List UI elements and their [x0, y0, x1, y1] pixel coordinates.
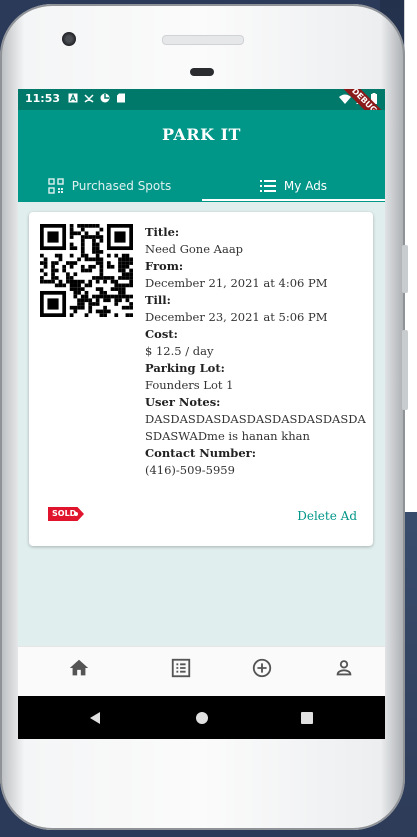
tab-my-ads[interactable]: My Ads	[202, 169, 385, 202]
status-time: 11:53	[25, 92, 61, 105]
list-icon	[259, 179, 276, 192]
person-icon[interactable]	[333, 657, 355, 679]
tab-purchased-spots-label: Purchased Spots	[71, 178, 172, 193]
bottom-navigation	[18, 646, 385, 697]
app-screen: 11:53 DEBUG PARK IT Purchased Spots My A…	[18, 89, 385, 739]
notification-a-icon	[68, 93, 78, 103]
proximity-sensor	[190, 68, 214, 76]
user-notes-label: User Notes:	[145, 395, 221, 409]
add-circle-icon[interactable]	[251, 657, 273, 679]
till-label: Till:	[145, 293, 171, 307]
delete-ad-button[interactable]: Delete Ad	[297, 509, 357, 523]
ad-card[interactable]: Title: Need Gone Aaap From: December 21,…	[29, 212, 373, 546]
qr-code-icon	[48, 177, 64, 194]
app-title: PARK IT	[162, 125, 241, 144]
contact-number-label: Contact Number:	[145, 446, 256, 460]
front-camera	[62, 32, 76, 46]
sold-badge: SOLD	[48, 507, 84, 521]
title-label: Title:	[145, 225, 180, 239]
data-saver-icon	[100, 93, 110, 103]
cost-label: Cost:	[145, 327, 178, 341]
qr-code-image	[40, 224, 133, 317]
home-button-icon[interactable]	[195, 711, 209, 725]
contact-number-value: (416)-509-5959	[145, 463, 235, 477]
from-label: From:	[145, 259, 184, 273]
list-alt-icon[interactable]	[170, 657, 192, 679]
from-value: December 21, 2021 at 4:06 PM	[145, 276, 328, 290]
system-navigation-bar	[18, 696, 385, 739]
volume-button	[402, 330, 408, 410]
missed-call-icon	[84, 94, 94, 103]
till-value: December 23, 2021 at 5:06 PM	[145, 310, 328, 324]
status-bar: 11:53 DEBUG	[18, 89, 385, 130]
tab-purchased-spots[interactable]: Purchased Spots	[18, 169, 201, 202]
earpiece-speaker	[162, 35, 244, 45]
cost-value: $ 12.5 / day	[145, 344, 214, 358]
title-value: Need Gone Aaap	[145, 242, 244, 256]
parking-lot-value: Founders Lot 1	[145, 378, 234, 392]
parking-lot-label: Parking Lot:	[145, 361, 225, 375]
tab-indicator	[202, 199, 385, 201]
phone-frame: 11:53 DEBUG PARK IT Purchased Spots My A…	[0, 4, 405, 830]
sd-card-icon	[117, 93, 125, 103]
recents-icon[interactable]	[300, 711, 314, 725]
power-button	[402, 245, 408, 293]
back-icon[interactable]	[88, 711, 102, 725]
user-notes-value: DASDASDASDASDASDASDASDASDASDASWADme is h…	[145, 412, 366, 443]
app-bar: PARK IT Purchased Spots My Ads	[18, 110, 385, 202]
tab-my-ads-label: My Ads	[283, 178, 328, 193]
home-icon[interactable]	[68, 657, 90, 679]
ad-details: Title: Need Gone Aaap From: December 21,…	[145, 224, 370, 479]
